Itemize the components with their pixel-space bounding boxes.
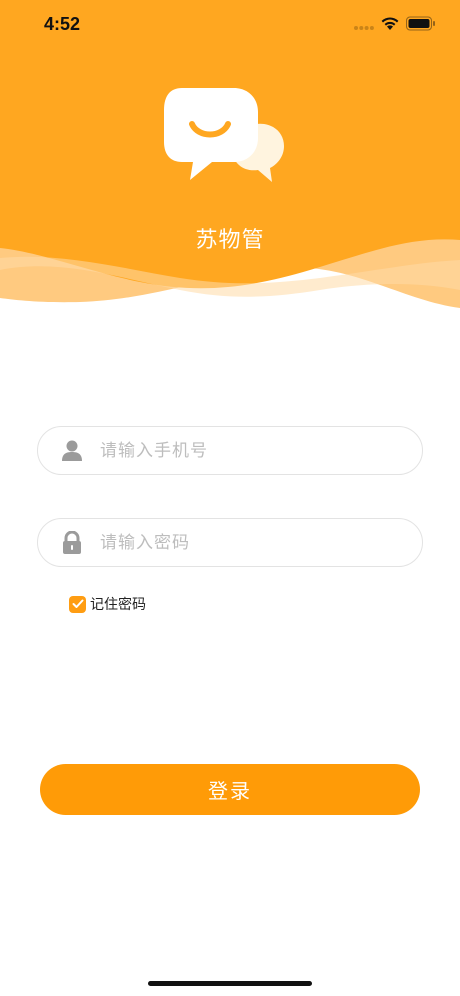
status-time: 4:52 xyxy=(44,14,81,34)
wifi-icon xyxy=(381,17,399,30)
remember-label[interactable]: 记住密码 xyxy=(90,594,146,614)
check-icon xyxy=(72,599,83,608)
user-icon xyxy=(62,440,82,461)
app-title: 苏物管 xyxy=(195,228,265,253)
header-banner: 4:52 苏物管 xyxy=(0,0,460,330)
home-indicator[interactable] xyxy=(148,981,312,986)
phone-input[interactable] xyxy=(100,427,410,474)
lock-icon xyxy=(63,531,81,554)
password-field[interactable] xyxy=(37,518,423,567)
remember-password[interactable]: 记住密码 xyxy=(69,594,146,614)
chat-bubbles-icon xyxy=(164,88,284,182)
cellular-signal-icon xyxy=(354,26,374,30)
status-bar: 4:52 xyxy=(0,0,460,50)
login-button[interactable]: 登录 xyxy=(40,764,420,815)
battery-icon xyxy=(406,16,435,31)
password-input[interactable] xyxy=(100,519,410,566)
phone-field[interactable] xyxy=(37,426,423,475)
remember-checkbox[interactable] xyxy=(69,595,86,613)
